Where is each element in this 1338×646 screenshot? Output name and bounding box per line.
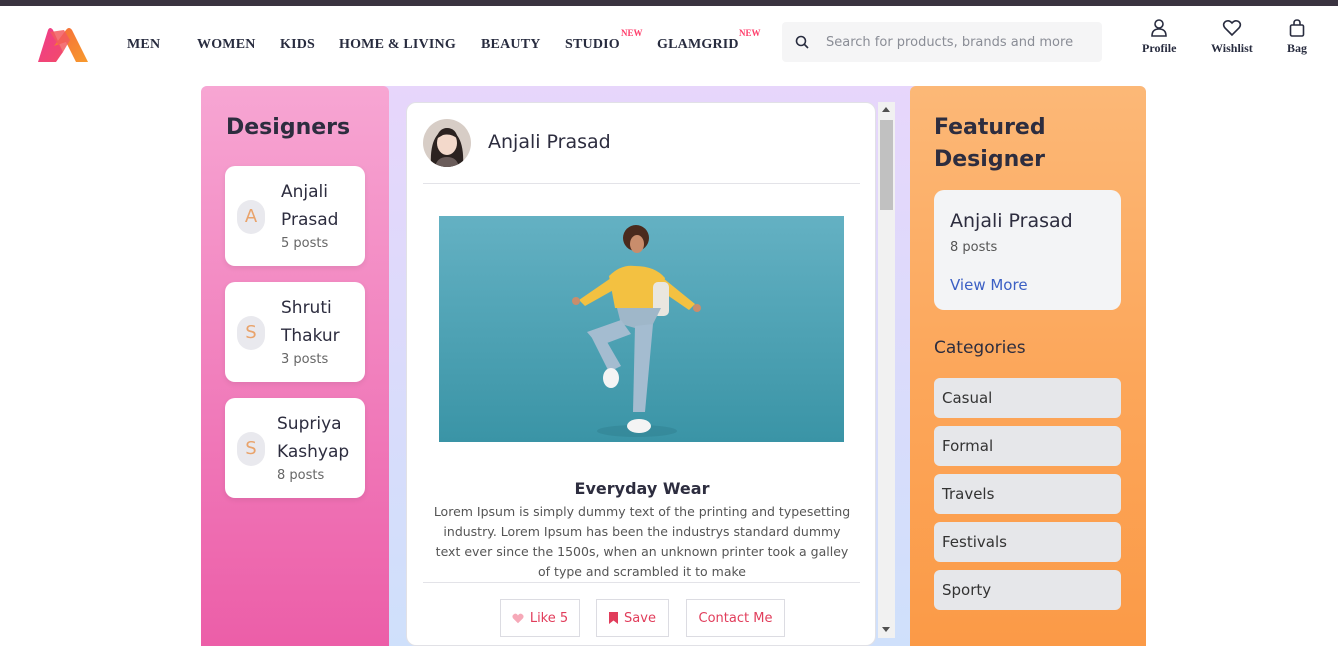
contact-label: Contact Me	[698, 610, 773, 626]
nav-beauty[interactable]: BEAUTY	[481, 37, 541, 53]
contact-button[interactable]: Contact Me	[686, 599, 785, 637]
profile-label: Profile	[1142, 41, 1177, 55]
studio-new-badge: NEW	[621, 28, 643, 38]
search-icon	[795, 35, 809, 49]
featured-designer-posts: 8 posts	[950, 240, 998, 255]
designer-card[interactable]: A Anjali Prasad 5 posts	[225, 166, 365, 266]
designer-name: Shruti Thakur	[281, 298, 340, 346]
like-label: Like 5	[529, 610, 569, 626]
nav-kids[interactable]: KIDS	[280, 37, 315, 53]
glamgrid-main: Designers A Anjali Prasad 5 posts S Shru…	[201, 86, 1146, 646]
feed-scrollbar[interactable]	[878, 102, 895, 638]
nav-glamgrid[interactable]: GLAMGRID	[657, 37, 739, 53]
user-icon	[1151, 19, 1168, 37]
scroll-up-icon[interactable]	[882, 107, 890, 112]
bookmark-icon	[609, 612, 619, 624]
view-more-link[interactable]: View More	[950, 276, 1028, 294]
site-header: MEN WOMEN KIDS HOME & LIVING BEAUTY STUD…	[0, 6, 1338, 81]
designers-panel: Designers A Anjali Prasad 5 posts S Shru…	[201, 86, 389, 646]
featured-designer-card: Anjali Prasad 8 posts View More	[934, 190, 1121, 310]
featured-panel: Featured Designer Anjali Prasad 8 posts …	[910, 86, 1146, 646]
divider	[423, 183, 860, 184]
designer-posts: 5 posts	[281, 236, 329, 251]
category-casual[interactable]: Casual	[934, 378, 1121, 418]
heart-icon	[1222, 19, 1242, 37]
featured-title: Featured Designer	[934, 115, 1046, 172]
category-sporty[interactable]: Sporty	[934, 570, 1121, 610]
post-feed: Anjali Prasad Everyday Wear Lorem Ipsum …	[406, 102, 876, 646]
nav-men[interactable]: MEN	[127, 37, 160, 53]
like-button[interactable]: Like 5	[500, 599, 580, 637]
avatar: S	[237, 316, 265, 350]
author-avatar[interactable]	[423, 119, 471, 167]
glamgrid-new-badge: NEW	[739, 28, 761, 38]
category-travels[interactable]: Travels	[934, 474, 1121, 514]
nav-women[interactable]: WOMEN	[197, 37, 256, 53]
designer-posts: 8 posts	[277, 468, 325, 483]
search-input[interactable]	[826, 22, 1096, 62]
bag-icon	[1289, 19, 1305, 37]
post-image[interactable]	[439, 216, 844, 442]
designer-posts: 3 posts	[281, 352, 329, 367]
designer-card[interactable]: S Supriya Kashyap 8 posts	[225, 398, 365, 498]
profile-button[interactable]: Profile	[1142, 18, 1176, 56]
category-festivals[interactable]: Festivals	[934, 522, 1121, 562]
bag-button[interactable]: Bag	[1287, 18, 1307, 56]
designer-name: Supriya Kashyap	[277, 414, 350, 462]
avatar: S	[237, 432, 265, 466]
scroll-down-icon[interactable]	[882, 627, 890, 632]
designer-card[interactable]: S Shruti Thakur 3 posts	[225, 282, 365, 382]
designer-name: Anjali Prasad	[281, 182, 339, 230]
avatar: A	[237, 200, 265, 234]
designers-title: Designers	[226, 115, 351, 140]
wishlist-button[interactable]: Wishlist	[1211, 18, 1253, 56]
wishlist-label: Wishlist	[1211, 41, 1253, 55]
categories-title: Categories	[934, 338, 1026, 358]
bag-label: Bag	[1287, 41, 1308, 55]
heart-icon	[512, 613, 524, 623]
post-description: Lorem Ipsum is simply dummy text of the …	[433, 504, 851, 579]
post-author[interactable]: Anjali Prasad	[488, 131, 611, 153]
nav-studio[interactable]: STUDIO	[565, 37, 620, 53]
scroll-thumb[interactable]	[880, 120, 893, 210]
nav-home-living[interactable]: HOME & LIVING	[339, 37, 456, 53]
featured-designer-name: Anjali Prasad	[950, 210, 1073, 232]
post-title: Everyday Wear	[574, 479, 710, 498]
save-button[interactable]: Save	[596, 599, 669, 637]
search-bar	[782, 22, 1102, 62]
divider	[423, 582, 860, 583]
myntra-logo[interactable]	[36, 26, 90, 64]
category-formal[interactable]: Formal	[934, 426, 1121, 466]
save-label: Save	[624, 610, 656, 626]
